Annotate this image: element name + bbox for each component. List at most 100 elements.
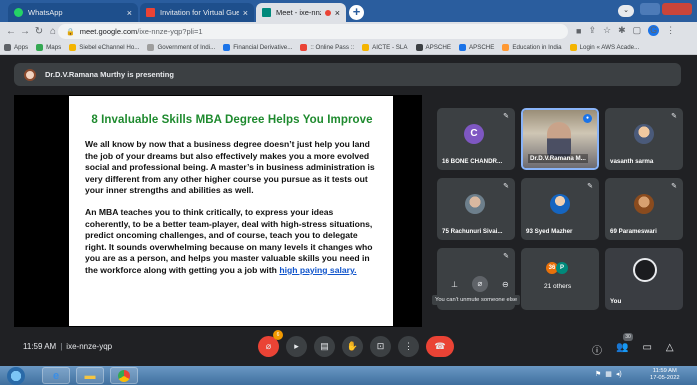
- volume-icon[interactable]: ◂): [616, 370, 622, 378]
- hand-icon: ✋: [346, 341, 359, 351]
- presenting-banner: Dr.D.V.Ramana Murthy is presenting: [14, 63, 681, 86]
- menu-icon[interactable]: ⋮: [666, 25, 675, 36]
- presentation-stage: 8 Invaluable Skills MBA Degree Helps You…: [14, 95, 422, 327]
- meet-icon: [262, 8, 271, 17]
- tab-search-button[interactable]: ⌄: [618, 5, 634, 17]
- bookmark-item[interactable]: Financial Derivative...: [223, 44, 292, 51]
- present-button[interactable]: ⊡: [370, 336, 391, 357]
- participant-tile[interactable]: ✎ vasanth sarma: [605, 108, 683, 170]
- others-tile[interactable]: 36 P 21 others: [521, 248, 599, 310]
- activities-icon[interactable]: △: [666, 342, 674, 357]
- bookmark-icon: [223, 44, 231, 51]
- extensions-icon[interactable]: ✱: [618, 25, 626, 36]
- hang-up-icon: ☎: [434, 341, 446, 351]
- browser-toolbar: ← → ↻ ⌂ 🔒 meet.google.com/ixe-nnze-yqp?p…: [0, 22, 697, 41]
- tooltip: You can't unmute someone else: [432, 295, 521, 305]
- camera-toggle-button[interactable]: ▸: [286, 336, 307, 357]
- participant-name: 69 Parameswari: [610, 228, 657, 235]
- bookmark-label: APSCHE: [468, 44, 495, 51]
- speaking-indicator-icon: ●: [583, 114, 592, 123]
- back-icon[interactable]: ←: [4, 26, 18, 37]
- bookmark-label: :: Online Pass ::: [310, 44, 355, 51]
- avatar: [634, 194, 654, 214]
- presenting-text: Dr.D.V.Ramana Murthy is presenting: [45, 70, 174, 79]
- leave-call-button[interactable]: ☎: [426, 336, 454, 357]
- camera-icon[interactable]: ■: [576, 26, 581, 36]
- participant-tile[interactable]: ✎ 69 Parameswari: [605, 178, 683, 240]
- flag-icon[interactable]: ⚑: [595, 370, 601, 378]
- participant-tile-active-speaker[interactable]: ● Dr.D.V.Ramana M...: [521, 108, 599, 170]
- bookmark-item[interactable]: APSCHE: [458, 44, 495, 51]
- meeting-time: 11:59 AM: [23, 342, 57, 351]
- more-options-button[interactable]: ⋮: [398, 336, 419, 357]
- close-icon[interactable]: ×: [127, 8, 132, 18]
- reload-icon[interactable]: ↻: [32, 26, 46, 37]
- mic-off-icon: ⌀: [265, 341, 272, 351]
- system-clock[interactable]: 11:59 AM 17-05-2022: [650, 368, 680, 382]
- bookmark-icon: [458, 44, 466, 51]
- bookmark-icon: [415, 44, 423, 51]
- new-tab-button[interactable]: +: [349, 5, 364, 20]
- close-icon[interactable]: ×: [335, 8, 340, 18]
- address-bar[interactable]: 🔒 meet.google.com/ixe-nnze-yqp?pli=1: [58, 24, 568, 39]
- close-icon[interactable]: ×: [243, 8, 248, 18]
- browser-tab-strip: WhatsApp × Invitation for Virtual Guest …: [0, 0, 697, 22]
- tab-meet[interactable]: Meet - ixe-nnze-yqp ×: [256, 3, 346, 22]
- profile-avatar[interactable]: G: [648, 25, 660, 36]
- media-icon[interactable]: ▢: [633, 25, 642, 36]
- tab-whatsapp[interactable]: WhatsApp ×: [8, 3, 138, 22]
- bookmark-icon: [147, 44, 155, 51]
- bookmark-item[interactable]: Education in India: [502, 44, 562, 51]
- raise-hand-button[interactable]: ✋: [342, 336, 363, 357]
- bookmark-item[interactable]: :: Online Pass ::: [300, 44, 354, 51]
- people-icon[interactable]: 👥: [616, 342, 628, 357]
- tab-label: Meet - ixe-nnze-yqp: [276, 8, 321, 17]
- mic-toggle-button[interactable]: ⌀ 6: [258, 330, 283, 357]
- star-icon[interactable]: ☆: [603, 25, 611, 36]
- bookmark-item[interactable]: Maps: [36, 44, 61, 51]
- participant-name: 75 Rachunuri Sivai...: [442, 228, 503, 235]
- participant-name: vasanth sarma: [610, 158, 654, 165]
- bookmark-item[interactable]: APSCHE: [415, 44, 451, 51]
- toolbar-actions: ■ ⇪ ☆ ✱ ▢ G ⋮: [576, 25, 675, 36]
- participant-tile[interactable]: ✎ 75 Rachunuri Sivai...: [437, 178, 515, 240]
- bookmark-item[interactable]: Siebel eChannel Ho...: [69, 44, 139, 51]
- folder-icon[interactable]: ▬: [76, 367, 104, 384]
- forward-icon[interactable]: →: [18, 26, 32, 37]
- chat-icon[interactable]: ▭: [642, 342, 651, 357]
- bookmark-item[interactable]: Apps: [4, 44, 28, 51]
- network-icon[interactable]: ▦: [605, 370, 612, 378]
- share-icon[interactable]: ⇪: [588, 25, 596, 36]
- mic-off-icon: ✎: [503, 253, 509, 260]
- slide-link[interactable]: high paying salary.: [279, 265, 356, 275]
- avatar: [550, 194, 570, 214]
- info-icon[interactable]: ⓘ: [592, 342, 602, 357]
- participant-tile[interactable]: ✎ 93 Syed Mazher: [521, 178, 599, 240]
- tab-gmail[interactable]: Invitation for Virtual Guest Lect... ×: [140, 3, 254, 22]
- remove-icon[interactable]: ⊖: [502, 280, 509, 289]
- mic-off-icon: ✎: [671, 183, 677, 190]
- bookmark-item[interactable]: AICTE - SLA: [362, 44, 408, 51]
- captions-button[interactable]: ▤: [314, 336, 335, 357]
- bookmark-item[interactable]: Login « AWS Acade...: [569, 44, 640, 51]
- participant-tile[interactable]: ✎ C 16 BONE CHANDR...: [437, 108, 515, 170]
- bookmark-label: Login « AWS Acade...: [579, 44, 640, 51]
- reaction-badge: 6: [273, 330, 283, 340]
- mic-off-icon[interactable]: ⌀: [471, 276, 488, 292]
- self-tile[interactable]: You: [605, 248, 683, 310]
- present-icon: ⊡: [376, 341, 385, 351]
- pin-icon[interactable]: ⊥: [451, 280, 458, 289]
- chrome-icon[interactable]: [110, 367, 138, 384]
- window-close-button[interactable]: [662, 3, 692, 15]
- minimize-button[interactable]: [640, 3, 660, 15]
- participant-name: Dr.D.V.Ramana M...: [528, 154, 588, 163]
- start-button[interactable]: [7, 367, 25, 385]
- presenter-avatar: [24, 68, 36, 81]
- speaker-figure: [547, 122, 571, 158]
- ie-icon[interactable]: e: [42, 367, 70, 384]
- slide-paragraph-1: We all know by now that a business degre…: [85, 139, 375, 196]
- url-host: meet.google.com: [79, 27, 138, 36]
- bookmark-icon: [569, 44, 577, 51]
- bookmark-label: Financial Derivative...: [233, 44, 293, 51]
- bookmark-item[interactable]: Government of Indi...: [147, 44, 215, 51]
